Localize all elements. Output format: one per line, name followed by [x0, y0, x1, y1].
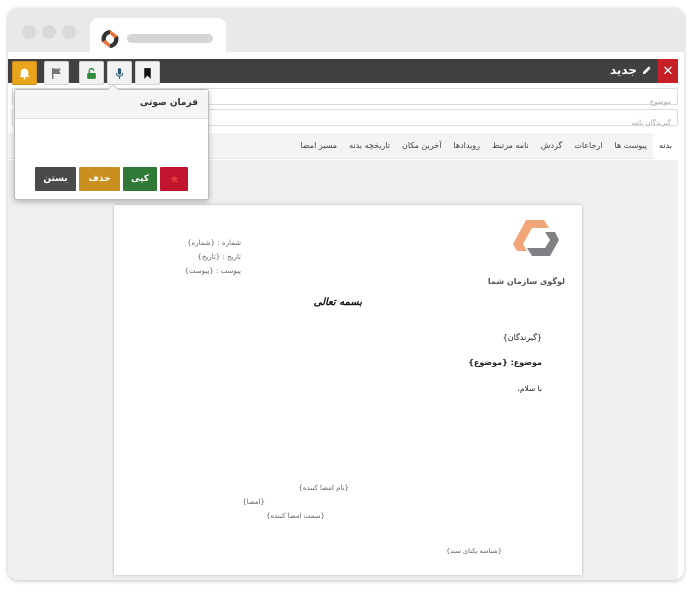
- close-editor-button[interactable]: ✕: [658, 59, 678, 83]
- copy-button[interactable]: کپی: [123, 167, 157, 191]
- tab-attachments[interactable]: پیوست ها: [609, 133, 654, 159]
- signature-placeholder: {امضا}: [242, 498, 265, 506]
- letter-number: شماره : {شماره}: [187, 239, 241, 247]
- logo-caption: لوگوی سازمان شما: [487, 277, 565, 286]
- close-icon: ✕: [662, 63, 674, 79]
- unlock-icon: [87, 67, 96, 79]
- popup-pointer: [107, 84, 119, 90]
- organization-logo-image: [513, 220, 559, 256]
- document-canvas: لوگوی سازمان شما شماره : {شماره} تاریخ :…: [8, 160, 678, 580]
- letter-subject: موضوع: {موضوع}: [468, 358, 542, 367]
- close-popup-button[interactable]: بستن: [35, 167, 76, 191]
- document-unique-id: {شناسه یکتای سند}: [446, 547, 502, 555]
- popup-title: فرمان صوتی: [15, 90, 208, 119]
- unlock-button[interactable]: [79, 61, 104, 85]
- microphone-button[interactable]: [107, 61, 132, 85]
- window-control-dot[interactable]: [62, 25, 76, 39]
- document-tabs: بدنه پیوست ها ارجاعات گردش نامه مرتبط رو…: [294, 133, 678, 159]
- flag-icon: [52, 67, 61, 79]
- flag-button[interactable]: [44, 61, 69, 85]
- letter-date: تاریخ : {تاریخ}: [197, 253, 241, 261]
- tab-related-letter[interactable]: نامه مرتبط: [486, 133, 535, 159]
- bell-button[interactable]: [12, 61, 37, 85]
- bell-icon: [19, 68, 30, 79]
- tab-title-placeholder: [127, 34, 213, 43]
- editor-title: جدید: [610, 63, 652, 77]
- signer-name: {نام امضا کننده}: [298, 484, 349, 492]
- letter-attachment: پیوست : {پیوست}: [184, 267, 241, 275]
- signer-position: {سمت امضا کننده}: [266, 512, 325, 520]
- voice-command-popup: فرمان صوتی کپی حذف بستن: [14, 84, 209, 200]
- letter-greeting: با سلام،: [517, 384, 542, 393]
- editor-toolbar: ✕ جدید: [8, 59, 678, 85]
- brand-logo-icon: [101, 30, 119, 48]
- microphone-icon: [115, 67, 124, 79]
- record-icon: [169, 173, 179, 183]
- record-button[interactable]: [160, 167, 188, 191]
- editor-title-text: جدید: [609, 63, 637, 77]
- delete-button[interactable]: حذف: [79, 167, 120, 191]
- tab-body-history[interactable]: تاریخچه بدنه: [343, 133, 396, 159]
- tab-referrals[interactable]: ارجاعات: [568, 133, 608, 159]
- bookmark-button[interactable]: [135, 61, 160, 85]
- subject-label: موضوع:: [510, 358, 542, 367]
- tab-last-location[interactable]: آخرین مکان: [396, 133, 447, 159]
- letter-page[interactable]: لوگوی سازمان شما شماره : {شماره} تاریخ :…: [114, 205, 582, 575]
- tab-events[interactable]: رویدادها: [447, 133, 486, 159]
- tab-signature-path[interactable]: مسیر امضا: [294, 133, 343, 159]
- bookmark-icon: [144, 67, 151, 79]
- tab-workflow[interactable]: گردش: [535, 133, 569, 159]
- letter-recipients: {گیرندگان}: [502, 333, 542, 342]
- tab-body[interactable]: بدنه: [653, 133, 678, 159]
- window-control-dot[interactable]: [22, 25, 36, 39]
- subject-value: {موضوع}: [468, 358, 508, 367]
- window-control-dot[interactable]: [42, 25, 56, 39]
- pencil-icon: [642, 65, 651, 74]
- basmala-text: بسمه تعالی: [313, 297, 362, 308]
